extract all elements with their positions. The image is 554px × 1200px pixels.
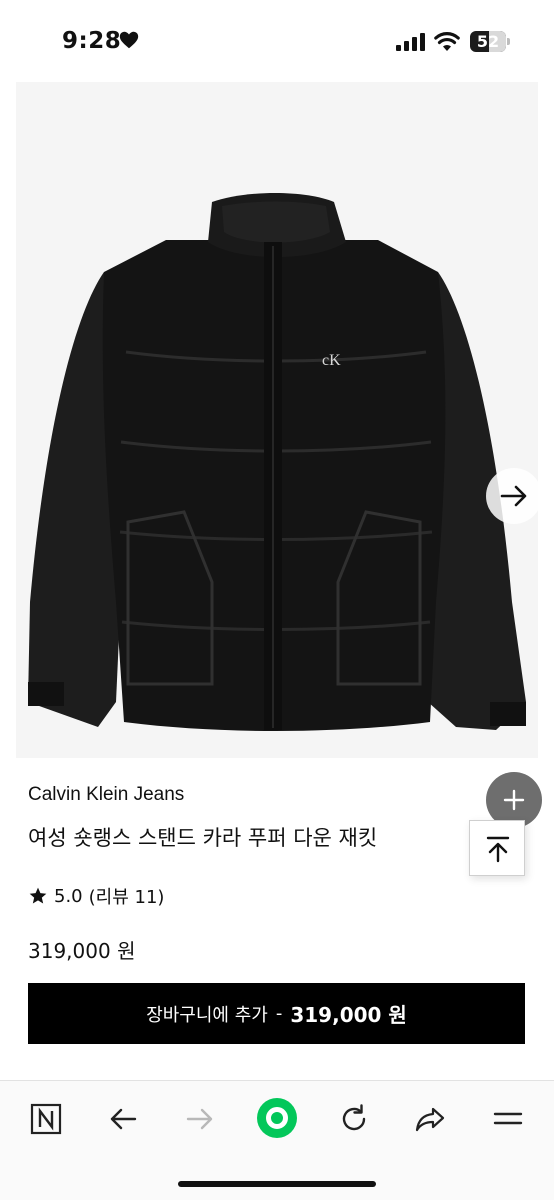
add-to-cart-label: 장바구니에 추가: [146, 1004, 268, 1026]
brand-logo-mark: cK: [322, 352, 341, 369]
status-time: 9:28: [62, 28, 122, 54]
share-button[interactable]: [410, 1099, 450, 1139]
status-bar: 9:28 52: [0, 0, 554, 82]
menu-button[interactable]: [488, 1099, 528, 1139]
home-indicator: [178, 1181, 376, 1187]
next-image-button[interactable]: [486, 468, 542, 524]
rating-value: 5.0: [54, 885, 83, 907]
arrow-right-icon: [500, 485, 527, 507]
share-icon: [415, 1107, 445, 1132]
add-to-cart-separator: -: [275, 1003, 283, 1024]
product-image: cK: [28, 193, 526, 731]
add-to-cart-button[interactable]: 장바구니에 추가 - 319,000 원: [28, 983, 525, 1044]
refresh-button[interactable]: [334, 1099, 374, 1139]
wifi-icon: [434, 32, 460, 51]
star-icon: [29, 887, 47, 904]
back-button[interactable]: [103, 1099, 143, 1139]
naver-home-button[interactable]: [26, 1099, 66, 1139]
arrow-right-icon: [186, 1108, 213, 1130]
green-dot-button[interactable]: [256, 1097, 298, 1139]
forward-button[interactable]: [180, 1099, 220, 1139]
review-count: (리뷰 11): [88, 887, 165, 908]
cellular-signal-icon: [396, 33, 425, 51]
battery-icon: 52: [470, 31, 510, 52]
product-image-carousel[interactable]: cK: [16, 82, 542, 828]
scroll-to-top-button[interactable]: [469, 820, 525, 876]
product-rating[interactable]: 5.0 (리뷰 11): [28, 884, 164, 908]
product-title: 여성 숏랭스 스탠드 카라 푸퍼 다운 재킷: [28, 826, 378, 850]
refresh-icon: [342, 1104, 366, 1131]
battery-percent: 52: [476, 32, 500, 51]
add-to-cart-amount: 319,000 원: [290, 1003, 407, 1027]
menu-icon: [493, 1112, 523, 1125]
arrow-left-icon: [110, 1108, 137, 1130]
naver-logo-icon: [30, 1103, 62, 1135]
product-price: 319,000 원: [28, 939, 136, 963]
arrow-up-to-line-icon: [486, 836, 510, 863]
green-dot-icon: [257, 1098, 297, 1138]
heart-icon: [119, 31, 139, 49]
product-brand[interactable]: Calvin Klein Jeans: [28, 784, 184, 806]
